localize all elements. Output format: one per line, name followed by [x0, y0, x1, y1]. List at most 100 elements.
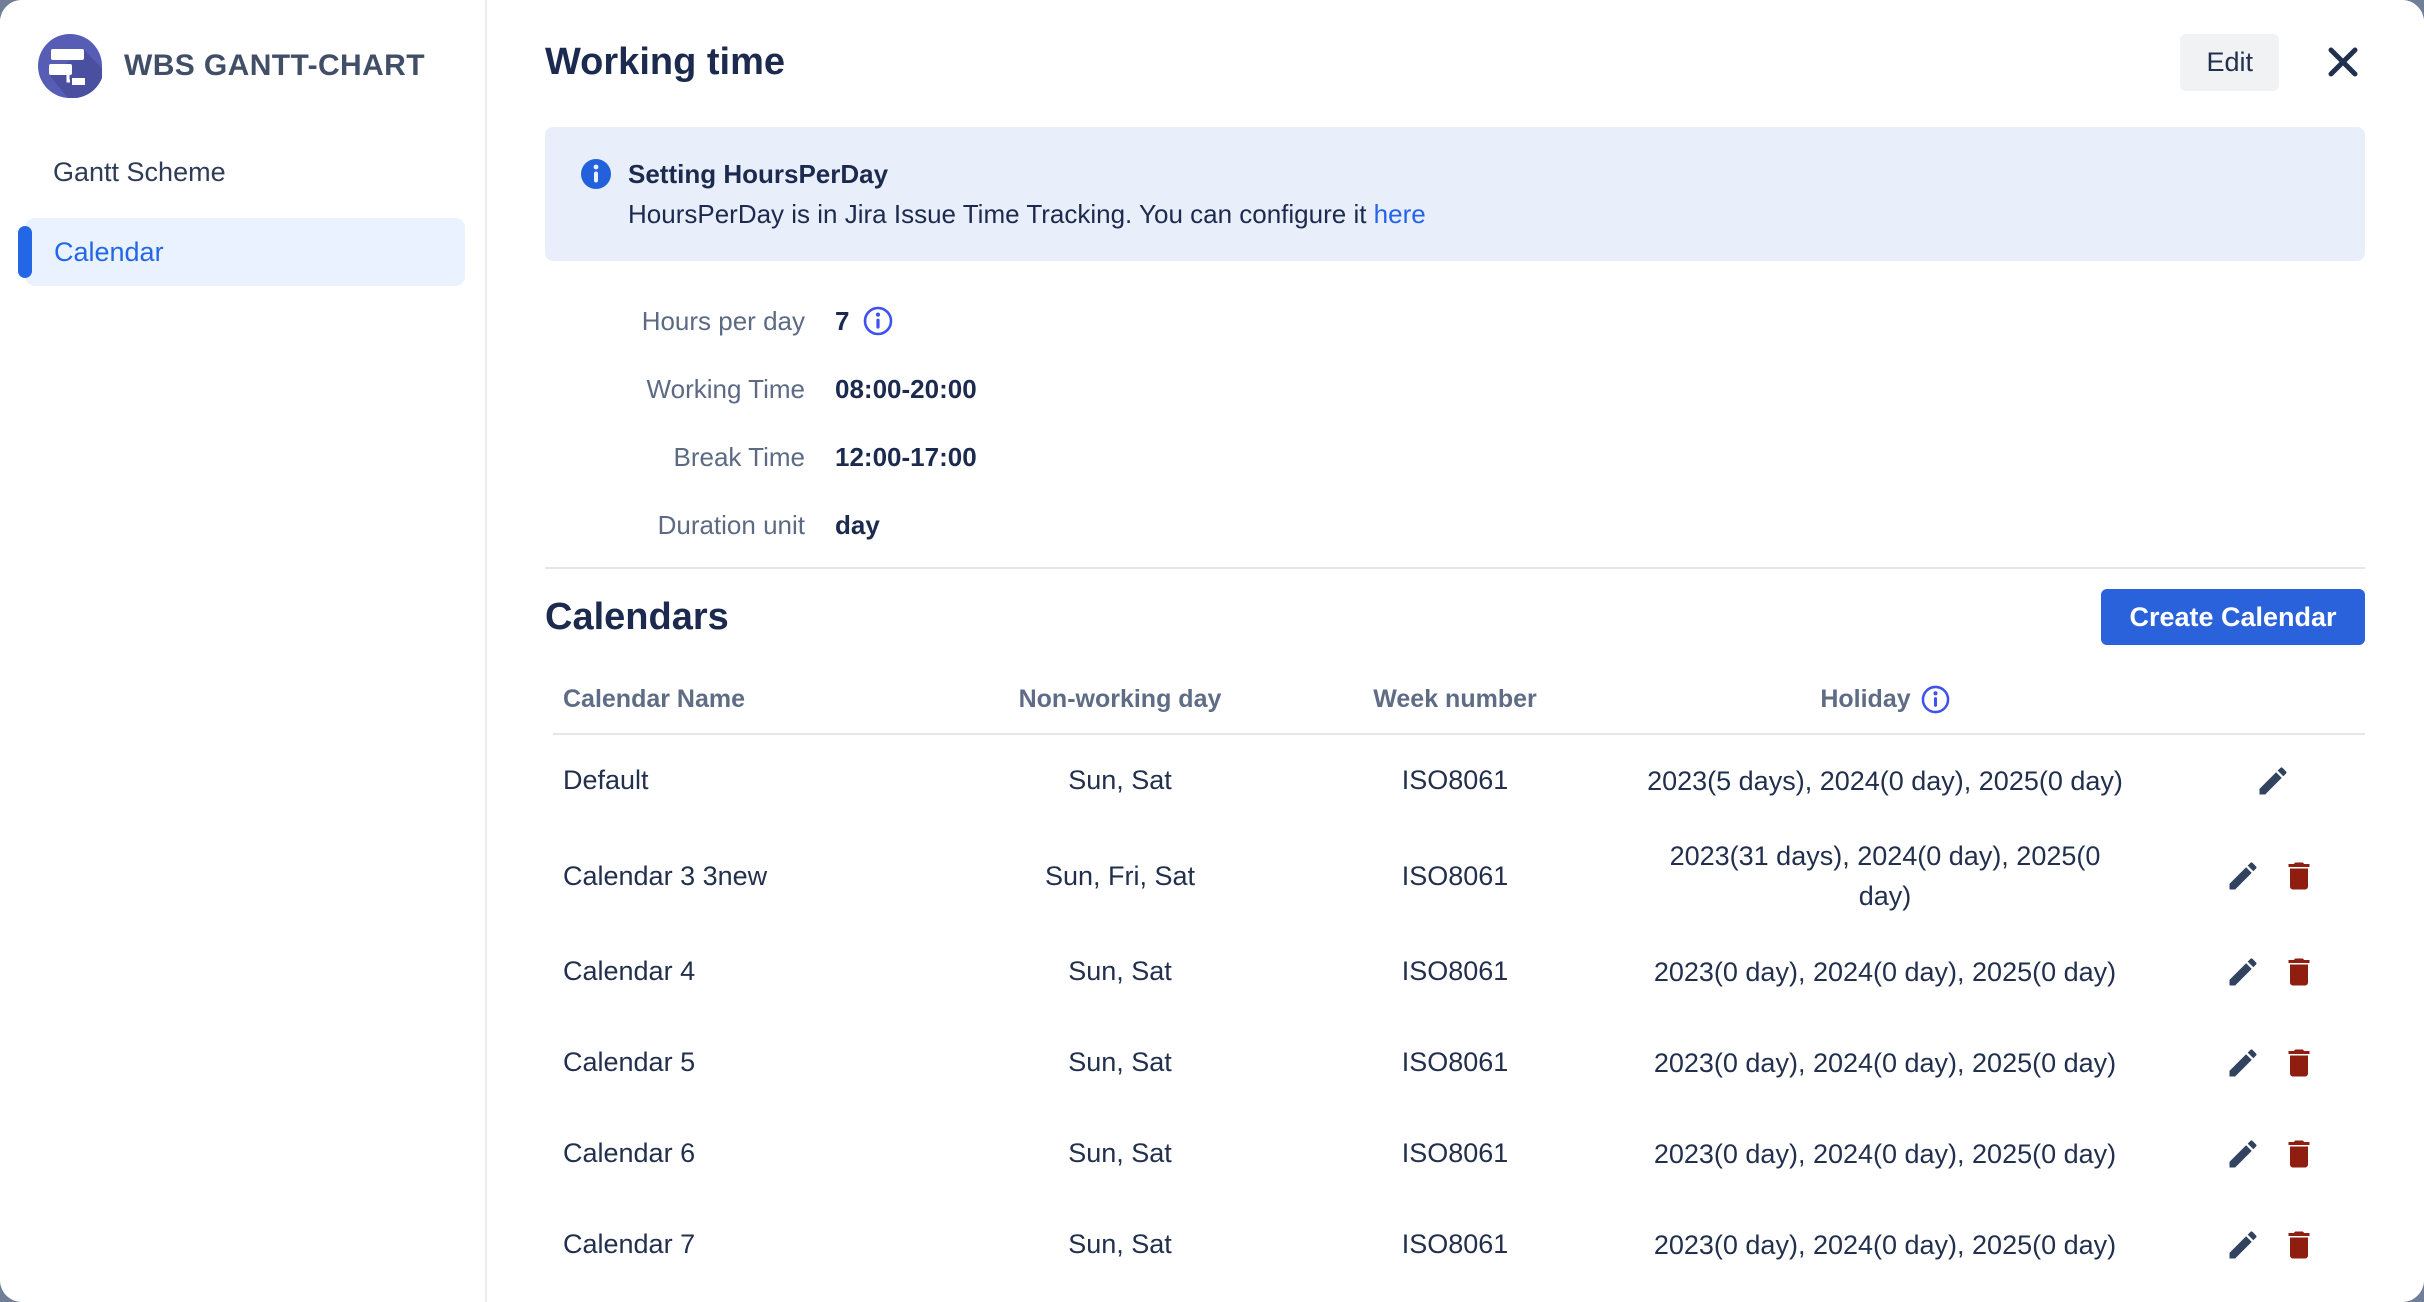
edit-calendar-button[interactable]: [2223, 1225, 2263, 1265]
pencil-icon: [2225, 1136, 2261, 1172]
trash-icon: [2281, 954, 2317, 990]
holiday-cell: 2023(0 day), 2024(0 day), 2025(0 day): [1615, 1215, 2155, 1275]
main-panel: Working time Edit Setting HoursPerDay Ho…: [487, 0, 2424, 1302]
field-label: Break Time: [545, 442, 805, 473]
edit-calendar-button[interactable]: [2223, 1043, 2263, 1083]
close-button[interactable]: [2321, 40, 2365, 84]
non-working-day-cell: Sun, Fri, Sat: [945, 861, 1295, 892]
holiday-cell: 2023(31 days), 2024(0 day), 2025(0 day): [1615, 826, 2155, 926]
selected-accent-bar: [18, 226, 32, 278]
edit-calendar-button[interactable]: [2253, 761, 2293, 801]
page-title: Working time: [545, 41, 785, 84]
row-actions: [2155, 856, 2365, 896]
pencil-icon: [2225, 954, 2261, 990]
table-row: Calendar 7 Sun, Sat ISO8061 2023(0 day),…: [553, 1199, 2365, 1290]
calendar-name-cell: Calendar 3 3new: [553, 861, 945, 892]
field-value: 08:00-20:00: [835, 374, 977, 405]
trash-icon: [2281, 1227, 2317, 1263]
sidebar-item-label: Calendar: [54, 237, 164, 268]
non-working-day-cell: Sun, Sat: [945, 956, 1295, 987]
calendar-name-cell: Calendar 5: [553, 1047, 945, 1078]
holiday-cell: 2023(5 days), 2024(0 day), 2025(0 day): [1615, 751, 2155, 811]
trash-icon: [2281, 1136, 2317, 1172]
trash-icon: [2281, 858, 2317, 894]
edit-calendar-button[interactable]: [2223, 952, 2263, 992]
field-label: Working Time: [545, 374, 805, 405]
table-row: Calendar 6 Sun, Sat ISO8061 2023(0 day),…: [553, 1108, 2365, 1199]
field-label: Hours per day: [545, 306, 805, 337]
close-icon: [2325, 44, 2361, 80]
edit-calendar-button[interactable]: [2223, 856, 2263, 896]
sidebar-item-calendar[interactable]: Calendar: [25, 218, 465, 286]
calendars-table: Calendar Name Non-working day Week numbe…: [553, 657, 2365, 1290]
row-actions: [2155, 1134, 2365, 1174]
delete-calendar-button[interactable]: [2279, 1225, 2319, 1265]
calendar-name-cell: Calendar 6: [553, 1138, 945, 1169]
pencil-icon: [2225, 1227, 2261, 1263]
non-working-day-cell: Sun, Sat: [945, 1047, 1295, 1078]
banner-body: HoursPerDay is in Jira Issue Time Tracki…: [628, 194, 1426, 234]
row-actions: [2155, 1225, 2365, 1265]
banner-text: Setting HoursPerDay HoursPerDay is in Ji…: [628, 154, 1426, 234]
info-icon: [581, 159, 611, 189]
week-number-cell: ISO8061: [1295, 1138, 1615, 1169]
row-actions: [2155, 1043, 2365, 1083]
pencil-icon: [2225, 1045, 2261, 1081]
field-value: 12:00-17:00: [835, 442, 977, 473]
working-time-settings: Hours per day 7 Working Time 08:00-20:00…: [545, 287, 2365, 559]
app-title: WBS GANTT-CHART: [124, 49, 425, 83]
brand: WBS GANTT-CHART: [0, 0, 485, 98]
calendars-header: Calendars Create Calendar: [545, 589, 2365, 645]
wbs-gantt-chart-logo-icon: [38, 34, 102, 98]
holiday-cell: 2023(0 day), 2024(0 day), 2025(0 day): [1615, 1033, 2155, 1093]
table-header-row: Calendar Name Non-working day Week numbe…: [553, 657, 2365, 735]
sidebar: WBS GANTT-CHART Gantt Scheme Calendar: [0, 0, 487, 1302]
holiday-info-icon[interactable]: [1921, 685, 1950, 714]
sidebar-item-gantt-scheme[interactable]: Gantt Scheme: [0, 140, 485, 204]
field-label: Duration unit: [545, 510, 805, 541]
trash-icon: [2281, 1045, 2317, 1081]
column-header-holiday: Holiday: [1615, 685, 2155, 714]
week-number-cell: ISO8061: [1295, 861, 1615, 892]
pencil-icon: [2255, 763, 2291, 799]
delete-calendar-button[interactable]: [2279, 856, 2319, 896]
non-working-day-cell: Sun, Sat: [945, 1138, 1295, 1169]
column-header-week-number: Week number: [1295, 685, 1615, 714]
delete-calendar-button[interactable]: [2279, 1043, 2319, 1083]
configure-here-link[interactable]: here: [1374, 199, 1426, 229]
non-working-day-cell: Sun, Sat: [945, 765, 1295, 796]
modal-header: Working time Edit: [545, 33, 2365, 91]
column-header-calendar-name: Calendar Name: [553, 685, 945, 714]
table-row: Calendar 3 3new Sun, Fri, Sat ISO8061 20…: [553, 826, 2365, 926]
field-working-time: Working Time 08:00-20:00: [545, 355, 2365, 423]
edit-button[interactable]: Edit: [2180, 34, 2279, 91]
table-row: Default Sun, Sat ISO8061 2023(5 days), 2…: [553, 735, 2365, 826]
pencil-icon: [2225, 858, 2261, 894]
delete-calendar-button[interactable]: [2279, 1134, 2319, 1174]
field-value: 7: [835, 306, 893, 337]
create-calendar-button[interactable]: Create Calendar: [2101, 589, 2365, 645]
delete-calendar-button[interactable]: [2279, 952, 2319, 992]
non-working-day-cell: Sun, Sat: [945, 1229, 1295, 1260]
field-duration-unit: Duration unit day: [545, 491, 2365, 559]
field-hours-per-day: Hours per day 7: [545, 287, 2365, 355]
calendar-name-cell: Calendar 4: [553, 956, 945, 987]
sidebar-item-label: Gantt Scheme: [53, 157, 226, 188]
sidebar-nav: Gantt Scheme Calendar: [0, 140, 485, 286]
calendar-name-cell: Default: [553, 765, 945, 796]
edit-calendar-button[interactable]: [2223, 1134, 2263, 1174]
field-value: day: [835, 510, 880, 541]
row-actions: [2155, 761, 2365, 801]
week-number-cell: ISO8061: [1295, 1229, 1615, 1260]
week-number-cell: ISO8061: [1295, 765, 1615, 796]
week-number-cell: ISO8061: [1295, 1047, 1615, 1078]
row-actions: [2155, 952, 2365, 992]
table-body: Default Sun, Sat ISO8061 2023(5 days), 2…: [553, 735, 2365, 1290]
app-window: WBS GANTT-CHART Gantt Scheme Calendar Wo…: [0, 0, 2424, 1302]
table-row: Calendar 5 Sun, Sat ISO8061 2023(0 day),…: [553, 1017, 2365, 1108]
hours-info-icon[interactable]: [863, 306, 893, 336]
section-divider: [545, 567, 2365, 569]
banner-title: Setting HoursPerDay: [628, 154, 1426, 194]
field-break-time: Break Time 12:00-17:00: [545, 423, 2365, 491]
column-header-non-working-day: Non-working day: [945, 685, 1295, 714]
